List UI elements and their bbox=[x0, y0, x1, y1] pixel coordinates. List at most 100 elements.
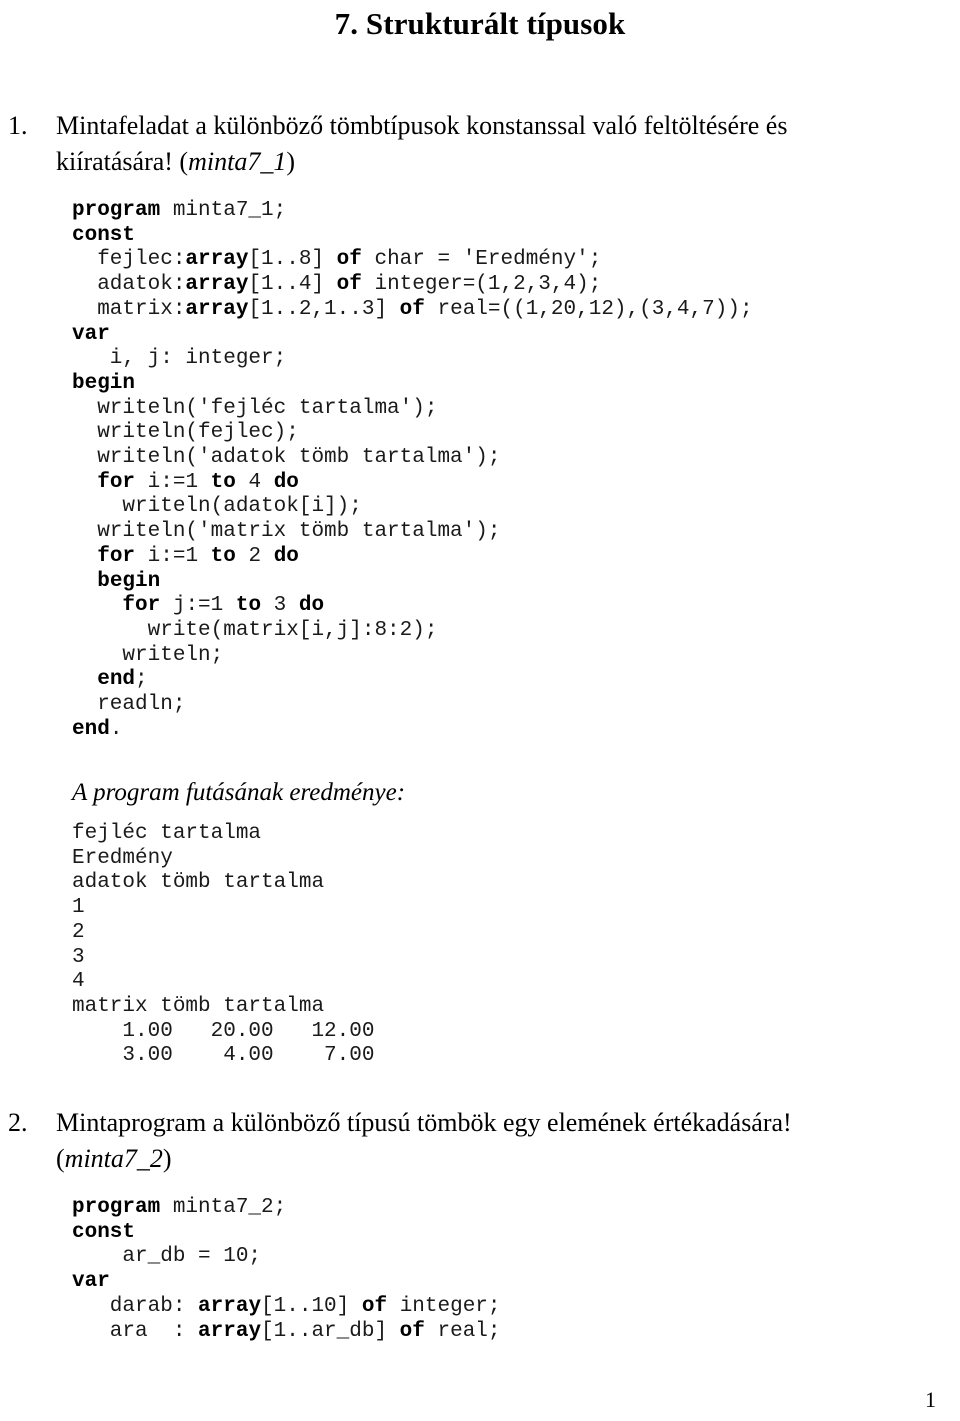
code-line: end. bbox=[72, 718, 753, 743]
code-keyword: array bbox=[185, 273, 249, 297]
code-line: program minta7_1; bbox=[72, 199, 753, 224]
code-line: begin bbox=[72, 372, 753, 397]
page-number: 1 bbox=[925, 1387, 936, 1412]
exercise-item-2: 2. Mintaprogram a különböző típusú tömbö… bbox=[8, 1105, 952, 1177]
code-line: fejlec:array[1..8] of char = 'Eredmény'; bbox=[72, 248, 753, 273]
code-text: i, j: integer; bbox=[72, 347, 287, 371]
output-line: 1.00 20.00 12.00 bbox=[72, 1019, 375, 1043]
code-line: end; bbox=[72, 668, 753, 693]
code-text: writeln('matrix tömb tartalma'); bbox=[72, 520, 501, 544]
code-keyword: program bbox=[72, 1196, 161, 1219]
code-keyword: array bbox=[185, 297, 249, 321]
code-keyword: for bbox=[97, 470, 136, 494]
code-line: writeln(adatok[i]); bbox=[72, 495, 753, 520]
code-line: const bbox=[72, 224, 753, 249]
code-text: darab: bbox=[72, 1294, 199, 1318]
code-text: i:=1 bbox=[135, 470, 211, 494]
exercise-text-suffix: ) bbox=[286, 147, 295, 176]
code-line: ar_db = 10; bbox=[72, 1245, 501, 1270]
exercise-line: Mintaprogram a különböző típusú tömbök e… bbox=[56, 1108, 792, 1137]
code-line: var bbox=[72, 323, 753, 348]
code-line: writeln(fejlec); bbox=[72, 421, 753, 446]
result-caption: A program futásának eredménye: bbox=[72, 779, 406, 806]
output-line: adatok tömb tartalma bbox=[72, 871, 325, 895]
code-text: 3 bbox=[261, 594, 299, 618]
program-name: minta7_1 bbox=[188, 147, 287, 176]
program-output-block: fejléc tartalma Eredmény adatok tömb tarta… bbox=[72, 822, 374, 1069]
code-keyword: array bbox=[185, 248, 249, 272]
code-text: ar_db = 10; bbox=[72, 1245, 262, 1269]
code-keyword: for bbox=[97, 544, 136, 568]
exercise-marker: 1. bbox=[8, 111, 28, 140]
code-text: integer=(1,2,3,4); bbox=[361, 273, 602, 297]
code-line: for i:=1 to 4 do bbox=[72, 471, 753, 496]
code-line: program minta7_2; bbox=[72, 1196, 501, 1221]
code-line: writeln('matrix tömb tartalma'); bbox=[72, 520, 753, 545]
code-text: ara : bbox=[72, 1319, 199, 1343]
code-text: writeln; bbox=[72, 643, 224, 667]
code-line: const bbox=[72, 1221, 501, 1246]
code-text: real=((1,20,12),(3,4,7)); bbox=[424, 297, 753, 321]
code-text: [1..ar_db] bbox=[261, 1319, 400, 1343]
code-text: matrix: bbox=[72, 297, 186, 321]
code-text: [1..8] bbox=[248, 248, 337, 272]
code-text: ; bbox=[135, 668, 148, 692]
output-line: 2 bbox=[72, 920, 85, 944]
exercise-line: Mintafeladat a különböző tömbtípusok kon… bbox=[56, 111, 788, 140]
code-text: minta7_2; bbox=[160, 1196, 287, 1219]
code-keyword: of bbox=[361, 1294, 388, 1318]
code-keyword: end bbox=[97, 668, 136, 692]
code-text: fejlec: bbox=[72, 248, 186, 272]
code-keyword: of bbox=[399, 297, 425, 321]
code-line: for j:=1 to 3 do bbox=[72, 594, 753, 619]
code-text: i:=1 bbox=[135, 544, 211, 568]
code-text: [1..10] bbox=[261, 1294, 362, 1318]
code-text: 4 bbox=[235, 470, 274, 494]
code-text: writeln('fejléc tartalma'); bbox=[72, 396, 438, 420]
code-line: matrix:array[1..2,1..3] of real=((1,20,1… bbox=[72, 297, 753, 323]
code-keyword: var bbox=[72, 1270, 110, 1294]
code-keyword: of bbox=[399, 1319, 425, 1343]
code-line: ara : array[1..ar_db] of real; bbox=[72, 1320, 501, 1345]
code-line: for i:=1 to 2 do bbox=[72, 545, 753, 570]
output-line: 3.00 4.00 7.00 bbox=[72, 1044, 375, 1068]
output-line: 1 bbox=[72, 896, 85, 920]
exercise-marker: 2. bbox=[8, 1108, 28, 1137]
exercise-text: Mintafeladat a különböző tömbtípusok kon… bbox=[56, 108, 952, 180]
code-keyword: const bbox=[72, 1220, 136, 1244]
output-line: Eredmény bbox=[72, 846, 173, 870]
code-line: writeln('fejléc tartalma'); bbox=[72, 397, 753, 422]
output-line: 3 bbox=[72, 945, 85, 969]
code-line: writeln; bbox=[72, 644, 753, 669]
exercise-text-prefix: kiíratására! ( bbox=[56, 147, 189, 176]
program-name: minta7_2 bbox=[64, 1144, 163, 1173]
code-line: var bbox=[72, 1270, 501, 1295]
code-keyword: var bbox=[72, 322, 110, 346]
code-text: j:=1 bbox=[160, 594, 236, 618]
exercise-text-prefix: ( bbox=[56, 1144, 65, 1173]
page-title: 7. Strukturált típusok bbox=[334, 6, 626, 41]
code-block-minta7-1: program minta7_1; const fejlec:array[1..8… bbox=[72, 199, 753, 742]
exercise-line: kiíratására! (minta7_1) bbox=[56, 144, 952, 180]
code-text: writeln(fejlec); bbox=[72, 421, 299, 445]
exercise-item-1: 1. Mintafeladat a különböző tömbtípusok … bbox=[8, 108, 952, 180]
code-line: i, j: integer; bbox=[72, 347, 753, 372]
code-text: adatok: bbox=[72, 273, 186, 297]
code-keyword: program bbox=[72, 199, 161, 222]
code-keyword: array bbox=[198, 1294, 262, 1318]
exercise-text: Mintaprogram a különböző típusú tömbök e… bbox=[56, 1105, 952, 1177]
code-text: [1..2,1..3] bbox=[248, 297, 400, 321]
code-text: writeln('adatok tömb tartalma'); bbox=[72, 446, 501, 470]
code-keyword: do bbox=[298, 594, 325, 618]
code-keyword: for bbox=[122, 594, 161, 618]
code-line: readln; bbox=[72, 693, 753, 718]
output-line: matrix tömb tartalma bbox=[72, 994, 325, 1018]
code-keyword: of bbox=[336, 273, 362, 297]
output-line: fejléc tartalma bbox=[72, 822, 262, 845]
code-keyword: to bbox=[210, 544, 236, 568]
code-text: writeln(adatok[i]); bbox=[72, 495, 362, 519]
